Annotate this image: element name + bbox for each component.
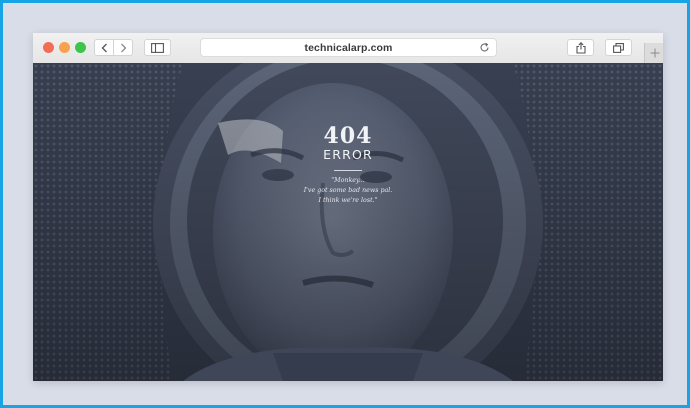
tabs-icon (613, 42, 624, 53)
address-bar[interactable]: technicalarp.com (200, 38, 497, 57)
share-icon (575, 41, 586, 54)
astronaut-background-image (33, 63, 663, 381)
browser-toolbar: technicalarp.com (33, 33, 663, 64)
chevron-left-icon (101, 43, 107, 52)
share-button[interactable] (567, 39, 594, 56)
minimize-window-button[interactable] (59, 42, 70, 53)
screenshot-frame: technicalarp.com 404 ERROR "Monkey... I'… (0, 0, 690, 408)
error-code: 404 (323, 123, 373, 149)
error-quote: "Monkey... I've got some bad news pal. I… (273, 176, 423, 206)
forward-button[interactable] (113, 39, 133, 56)
quote-line: I think we're lost." (318, 197, 378, 204)
divider (334, 170, 362, 171)
sidebar-button[interactable] (144, 39, 171, 56)
zoom-window-button[interactable] (75, 42, 86, 53)
close-window-button[interactable] (43, 42, 54, 53)
error-title: ERROR (323, 147, 373, 162)
page-viewport: 404 ERROR "Monkey... I've got some bad n… (33, 63, 663, 381)
reload-icon[interactable] (479, 42, 490, 53)
show-tabs-button[interactable] (605, 39, 632, 56)
quote-line: "Monkey... (331, 177, 365, 184)
plus-icon (650, 48, 659, 58)
new-tab-button[interactable] (644, 43, 663, 63)
quote-line: I've got some bad news pal. (303, 187, 393, 194)
url-text: technicalarp.com (304, 41, 393, 54)
error-overlay: 404 ERROR "Monkey... I've got some bad n… (273, 125, 423, 206)
sidebar-icon (151, 42, 164, 53)
browser-window: technicalarp.com 404 ERROR "Monkey... I'… (33, 33, 663, 381)
chevron-right-icon (120, 43, 126, 52)
back-button[interactable] (94, 39, 114, 56)
